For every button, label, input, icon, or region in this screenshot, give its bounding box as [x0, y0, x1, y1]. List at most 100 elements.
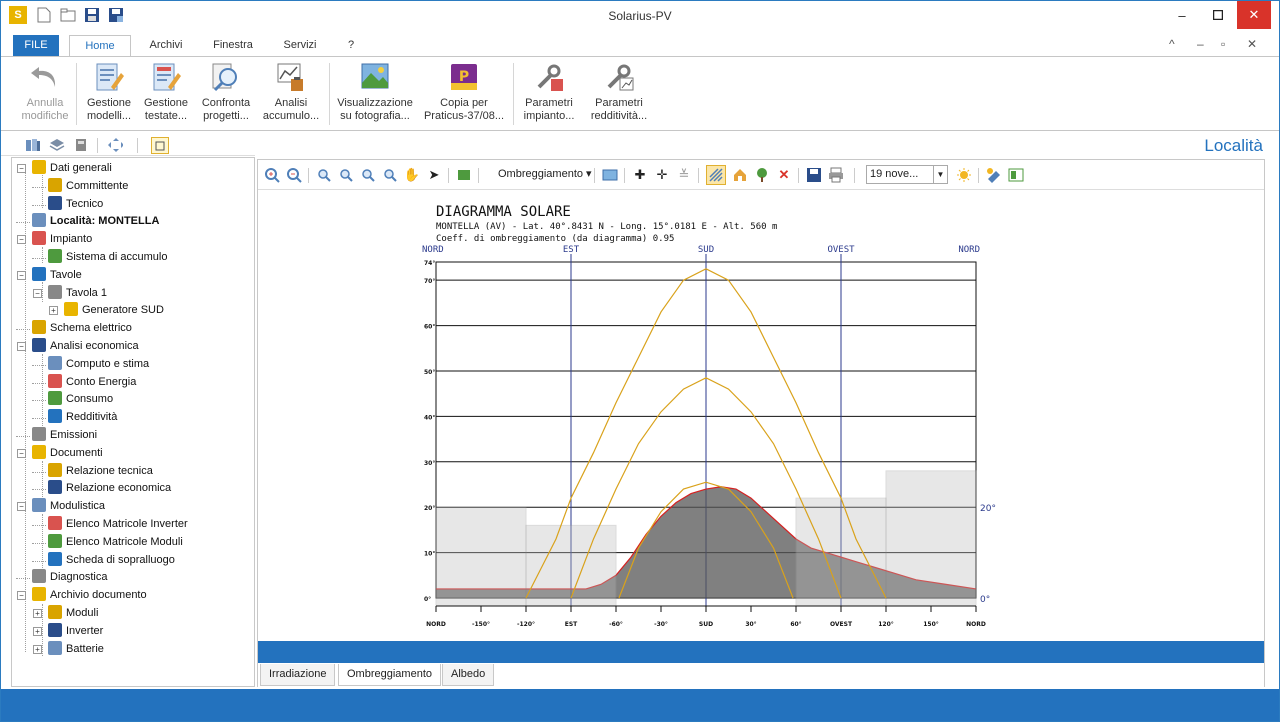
house-obstacle-icon[interactable] [732, 167, 748, 183]
tree-item[interactable]: Modulistica [32, 498, 105, 515]
tree-item[interactable]: Computo e stima [48, 355, 149, 373]
calculator-icon[interactable] [73, 137, 89, 153]
tree-item[interactable]: Redditività [48, 409, 117, 426]
tree-obstacle-icon[interactable] [754, 167, 770, 183]
zoom-all-icon[interactable] [338, 167, 354, 183]
vertical-cross-icon[interactable]: ✚ [632, 167, 648, 183]
tree-item[interactable]: Conto Energia [48, 373, 136, 391]
collapse-ribbon-icon[interactable]: ^ [1169, 37, 1175, 51]
tree-item[interactable]: Impianto [32, 231, 92, 248]
tab-albedo[interactable]: Albedo [442, 664, 495, 686]
tree-expander[interactable]: + [49, 306, 58, 316]
tree-item[interactable]: Committente [48, 177, 128, 195]
move-arrows-icon[interactable] [107, 137, 123, 153]
tab-irradiazione[interactable]: Irradiazione [260, 664, 336, 686]
tree-item[interactable]: Dati generali [32, 160, 112, 177]
tree-node-icon [48, 640, 62, 655]
confronta-progetti-button[interactable]: Confronta progetti... [197, 59, 255, 129]
tree-item[interactable]: Sistema di accumulo [48, 249, 168, 266]
select-pointer-icon[interactable]: ➤ [426, 167, 442, 183]
minimize-button[interactable]: – [1165, 1, 1199, 29]
tree-expander[interactable]: + [33, 609, 42, 618]
layers-icon[interactable] [49, 137, 65, 153]
save-diagram-icon[interactable] [806, 167, 822, 183]
pan-hand-icon[interactable]: ✋ [404, 167, 420, 183]
tree-item[interactable]: Relazione economica [48, 480, 171, 497]
gestione-modelli-button[interactable]: Gestione modelli... [81, 59, 137, 129]
tree-item[interactable]: Documenti [32, 444, 103, 462]
library-icon[interactable] [25, 137, 41, 153]
tree-item[interactable]: Inverter [48, 622, 103, 640]
tab-finestra[interactable]: Finestra [205, 35, 261, 56]
tree-item[interactable]: Archivio documento [32, 587, 147, 604]
tree-item[interactable]: Emissioni [32, 427, 97, 444]
tab-ombreggiamento[interactable]: Ombreggiamento [338, 664, 441, 686]
close-button[interactable]: ✕ [1237, 1, 1271, 29]
solar-panel-icon[interactable] [986, 167, 1002, 183]
tree-item[interactable]: Scheda di sopralluogo [48, 551, 175, 569]
doc-close-icon[interactable]: ✕ [1247, 37, 1257, 51]
tree-expander[interactable]: + [33, 644, 42, 654]
panorama-photo [885, 470, 977, 607]
export-icon[interactable] [1008, 167, 1024, 183]
parametri-impianto-button[interactable]: Parametri impianto... [519, 59, 579, 129]
zoom-previous-icon[interactable] [360, 167, 376, 183]
maximize-button[interactable] [1201, 1, 1235, 29]
tree-node-icon [32, 338, 46, 352]
tree-item[interactable]: Generatore SUD [64, 302, 164, 319]
tree-item[interactable]: Consumo [48, 391, 113, 408]
tree-item[interactable]: Elenco Matricole Moduli [48, 533, 183, 551]
tab-file[interactable]: FILE [13, 35, 59, 56]
analisi-accumulo-button[interactable]: Analisi accumulo... [259, 59, 323, 129]
tree-expander[interactable]: − [17, 164, 26, 173]
tree-item[interactable]: Elenco Matricole Inverter [48, 516, 188, 533]
gestione-testate-button[interactable]: Gestione testate... [139, 59, 193, 129]
tree-expander[interactable]: − [17, 502, 26, 512]
visualizzazione-fotografia-button[interactable]: Visualizzazione su fotografia... [335, 59, 415, 129]
delete-obstacle-icon[interactable]: ✕ [776, 167, 792, 183]
tree-item[interactable]: Moduli [48, 605, 98, 622]
tree-item[interactable]: Batterie [48, 640, 104, 658]
doc-minimize-icon[interactable]: – [1197, 37, 1204, 51]
chart-plot[interactable]: 74° 70° 60° 50° 40° 30° 20° 10° 0° NORD EST SUD OVES… [408, 200, 1008, 635]
tree-node-icon [48, 249, 62, 263]
tab-help[interactable]: ? [341, 35, 361, 56]
zoom-in-icon[interactable] [264, 167, 280, 183]
tab-home[interactable]: Home [69, 35, 131, 57]
tree-expander[interactable]: − [17, 448, 26, 458]
tree-item[interactable]: Relazione tecnica [48, 462, 153, 480]
tab-archivi[interactable]: Archivi [141, 35, 191, 56]
date-select[interactable]: 19 nove... ▼ [866, 165, 948, 184]
doc-restore-icon[interactable]: ▫ [1221, 37, 1225, 51]
tree-item[interactable]: Analisi economica [32, 338, 139, 355]
zoom-out-icon[interactable] [286, 167, 302, 183]
tree-item[interactable]: Tavola 1 [48, 284, 107, 302]
profile-icon[interactable]: ≚ [676, 167, 692, 183]
layer-icon[interactable] [456, 167, 472, 183]
undo-button[interactable]: Annulla modifiche [17, 59, 73, 129]
sun-icon[interactable] [956, 167, 972, 183]
parametri-redditivita-button[interactable]: Parametri redditività... [585, 59, 653, 129]
tree-node-icon [48, 284, 62, 299]
zoom-extents-icon[interactable] [382, 167, 398, 183]
tree-item[interactable]: Diagnostica [32, 569, 107, 586]
tree-expander[interactable]: − [17, 591, 26, 601]
window-toggle-icon[interactable] [151, 137, 169, 154]
shading-hatch-icon[interactable] [706, 165, 726, 185]
tree-expander[interactable]: − [17, 342, 26, 351]
tree-expander[interactable]: − [17, 270, 26, 280]
tree-expander[interactable]: − [33, 288, 42, 298]
print-icon[interactable] [828, 167, 844, 183]
tree-expander[interactable]: + [33, 626, 42, 636]
ombreggiamento-dropdown[interactable]: Ombreggiamento ▾ [498, 167, 592, 180]
tab-servizi[interactable]: Servizi [277, 35, 323, 56]
tree-item[interactable]: Località: MONTELLA [32, 213, 159, 230]
horizontal-cross-icon[interactable]: ✛ [654, 167, 670, 183]
import-photo-icon[interactable] [602, 167, 618, 183]
tree-expander[interactable]: − [17, 235, 26, 245]
zoom-window-icon[interactable] [316, 167, 332, 183]
copia-praticus-button[interactable]: P Copia per Praticus-37/08... [421, 59, 507, 129]
tree-item[interactable]: Tavole [32, 266, 82, 284]
tree-item[interactable]: Tecnico [48, 195, 103, 213]
tree-item[interactable]: Schema elettrico [32, 320, 132, 337]
